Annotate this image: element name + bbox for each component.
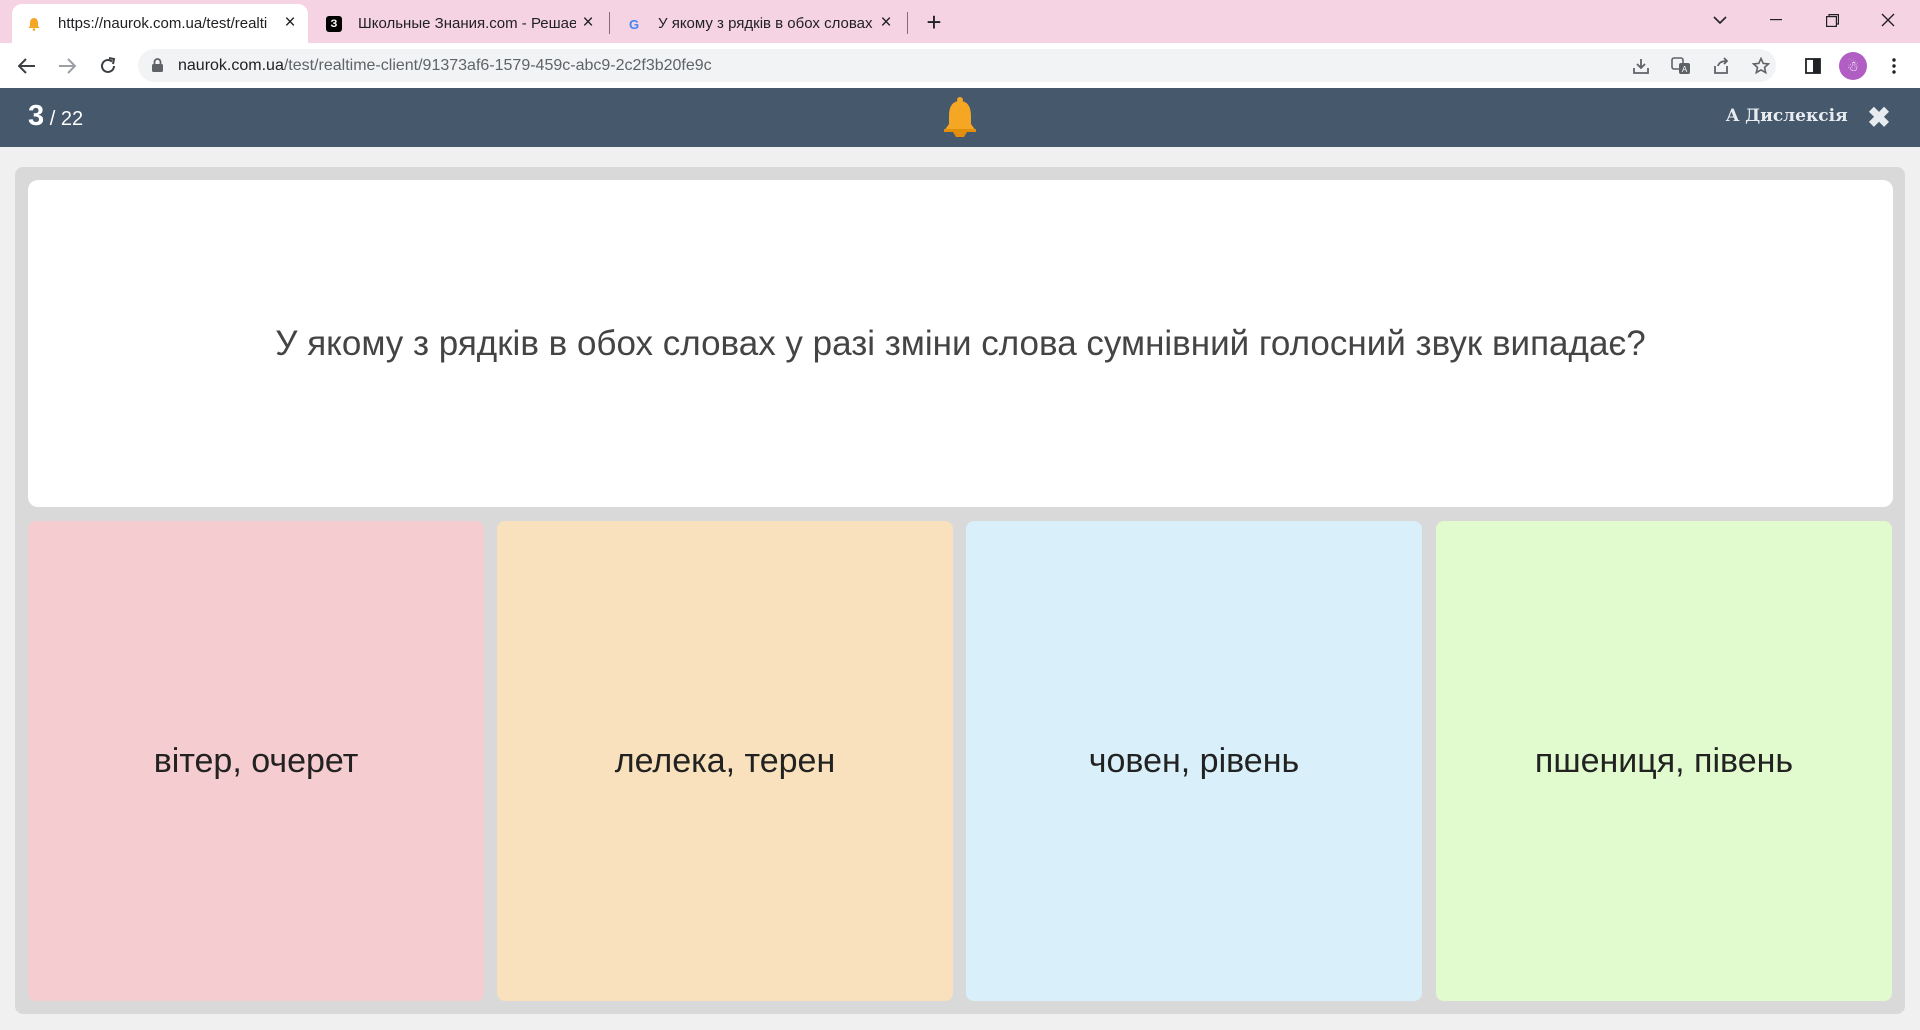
profile-avatar[interactable]: ☃ (1839, 52, 1867, 80)
question-counter: 3 / 22 (28, 100, 83, 133)
close-quiz-icon[interactable]: ✖ (1864, 102, 1894, 133)
url-path: /test/realtime-client/91373af6-1579-459c… (283, 57, 712, 74)
url-host: naurok.com.ua (178, 57, 284, 74)
naurok-bell-icon (26, 16, 42, 32)
dyslexia-toggle[interactable]: A Дислексія (1726, 106, 1848, 126)
tab-title: https://naurok.com.ua/test/realtime-clie… (58, 15, 268, 32)
znanija-icon: З (326, 16, 342, 32)
address-bar[interactable]: naurok.com.ua/test/realtime-client/91373… (138, 49, 1776, 82)
lock-icon[interactable] (152, 58, 163, 72)
bell-icon (940, 96, 980, 140)
share-icon[interactable] (1710, 55, 1732, 77)
answer-option-1[interactable]: вітер, очерет (28, 521, 484, 1001)
close-window-icon[interactable] (1860, 0, 1916, 40)
forward-arrow-icon[interactable] (53, 52, 81, 80)
minimize-window-icon[interactable] (1748, 0, 1804, 40)
question-text: У якому з рядків в обох словах у разі зм… (275, 323, 1646, 363)
question-card: У якому з рядків в обох словах у разі зм… (28, 180, 1893, 507)
tab-title: У якому з рядків в обох словах (658, 15, 873, 32)
restore-window-icon[interactable] (1804, 0, 1860, 40)
close-tab-icon[interactable]: × (280, 12, 300, 33)
tab-znanija[interactable]: З Школьные Знания.com - Решаем × (312, 4, 608, 43)
translate-icon[interactable]: A (1670, 55, 1692, 77)
tab-divider (907, 12, 908, 34)
reload-icon[interactable] (94, 52, 122, 80)
close-tab-icon[interactable]: × (876, 12, 896, 33)
install-app-icon[interactable] (1630, 55, 1652, 77)
url-text: naurok.com.ua/test/realtime-client/91373… (178, 57, 712, 75)
browser-tabstrip: https://naurok.com.ua/test/realtime-clie… (0, 0, 1920, 43)
tab-naurok[interactable]: https://naurok.com.ua/test/realtime-clie… (12, 4, 308, 43)
browser-menu-icon[interactable] (1880, 52, 1908, 80)
new-tab-button[interactable]: + (920, 7, 948, 37)
bookmark-star-icon[interactable] (1750, 55, 1772, 77)
total-questions: / 22 (49, 108, 84, 130)
svg-text:A: A (1682, 65, 1688, 74)
back-arrow-icon[interactable] (13, 52, 41, 80)
answer-option-4[interactable]: пшениця, півень (1436, 521, 1892, 1001)
current-question-number: 3 (28, 100, 45, 132)
tab-title: Школьные Знания.com - Решаем (358, 15, 576, 32)
browser-toolbar: naurok.com.ua/test/realtime-client/91373… (0, 43, 1920, 88)
tab-divider (609, 12, 610, 34)
quiz-header: 3 / 22 A Дислексія ✖ (0, 88, 1920, 147)
answer-option-2[interactable]: лелека, терен (497, 521, 953, 1001)
answer-option-3[interactable]: човен, рівень (966, 521, 1422, 1001)
tab-search-chevron-icon[interactable] (1692, 0, 1748, 40)
close-tab-icon[interactable]: × (578, 12, 598, 33)
side-panel-icon[interactable] (1799, 52, 1827, 80)
google-icon: G (628, 16, 640, 32)
tab-google-search[interactable]: G У якому з рядків в обох словах × (612, 4, 908, 43)
